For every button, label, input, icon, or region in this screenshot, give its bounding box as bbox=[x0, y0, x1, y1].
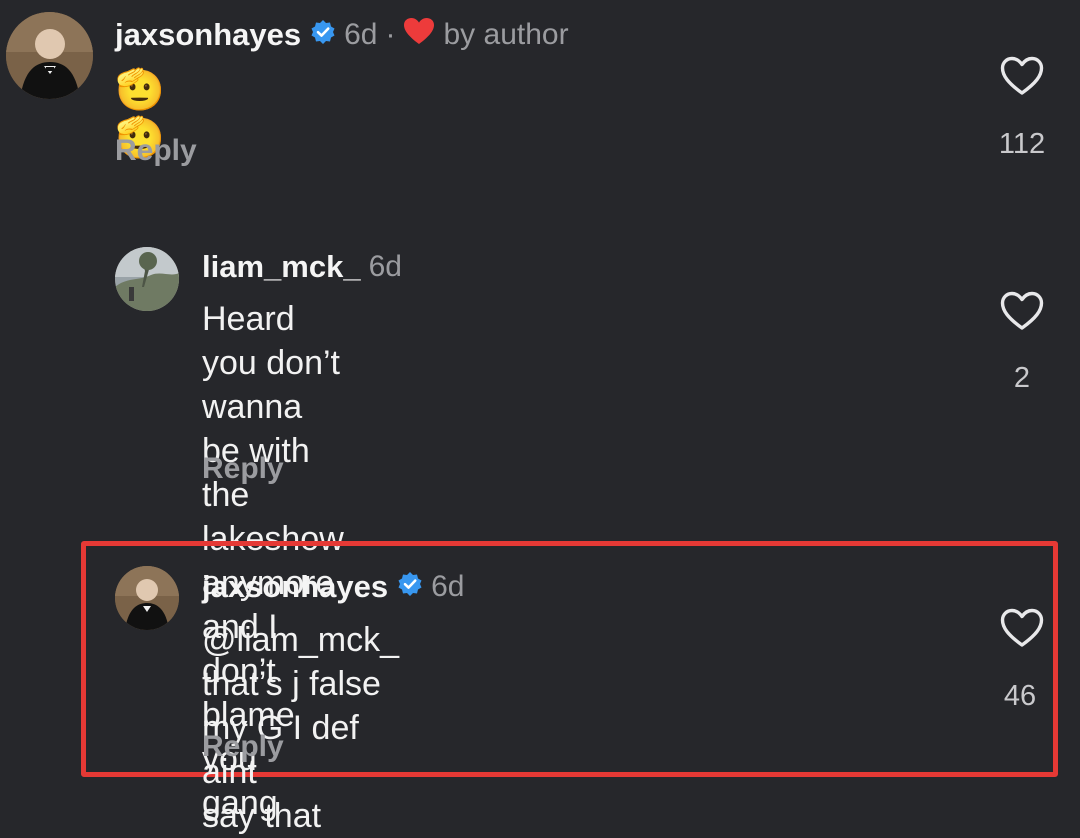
like-button[interactable] bbox=[1000, 608, 1044, 653]
reply-button[interactable]: Reply bbox=[115, 133, 197, 169]
reply-button[interactable]: Reply bbox=[202, 729, 284, 765]
username[interactable]: jaxsonhayes bbox=[115, 15, 301, 55]
heart-outline-icon bbox=[1000, 291, 1044, 330]
comment-text: @liam_mck_ that’s j false my G I def ain… bbox=[202, 621, 399, 835]
verified-badge-icon bbox=[310, 15, 336, 55]
username[interactable]: liam_mck_ bbox=[202, 247, 361, 287]
like-count: 112 bbox=[998, 128, 1046, 160]
verified-badge-icon bbox=[397, 567, 423, 607]
comment-time: 6d bbox=[431, 570, 465, 603]
liked-by-author-label: by author bbox=[443, 18, 569, 51]
comment-meta: liam_mck_ 6d bbox=[202, 247, 402, 287]
avatar[interactable] bbox=[115, 247, 179, 311]
avatar[interactable] bbox=[6, 12, 93, 99]
heart-outline-icon bbox=[1000, 608, 1044, 647]
reply-button[interactable]: Reply bbox=[202, 451, 284, 487]
like-count: 46 bbox=[1003, 680, 1037, 712]
like-count: 2 bbox=[1013, 362, 1031, 394]
comment-time: 6d bbox=[368, 250, 402, 283]
like-button[interactable] bbox=[1000, 56, 1044, 101]
username[interactable]: jaxsonhayes bbox=[202, 567, 388, 607]
comment-meta: jaxsonhayes 6d · by author bbox=[115, 15, 569, 55]
separator-dot: · bbox=[385, 18, 396, 51]
avatar[interactable] bbox=[115, 566, 179, 630]
comment-time: 6d bbox=[344, 18, 378, 51]
comment-meta: jaxsonhayes 6d bbox=[202, 567, 464, 607]
like-button[interactable] bbox=[1000, 291, 1044, 336]
heart-outline-icon bbox=[1000, 56, 1044, 95]
heart-filled-icon bbox=[403, 15, 435, 55]
